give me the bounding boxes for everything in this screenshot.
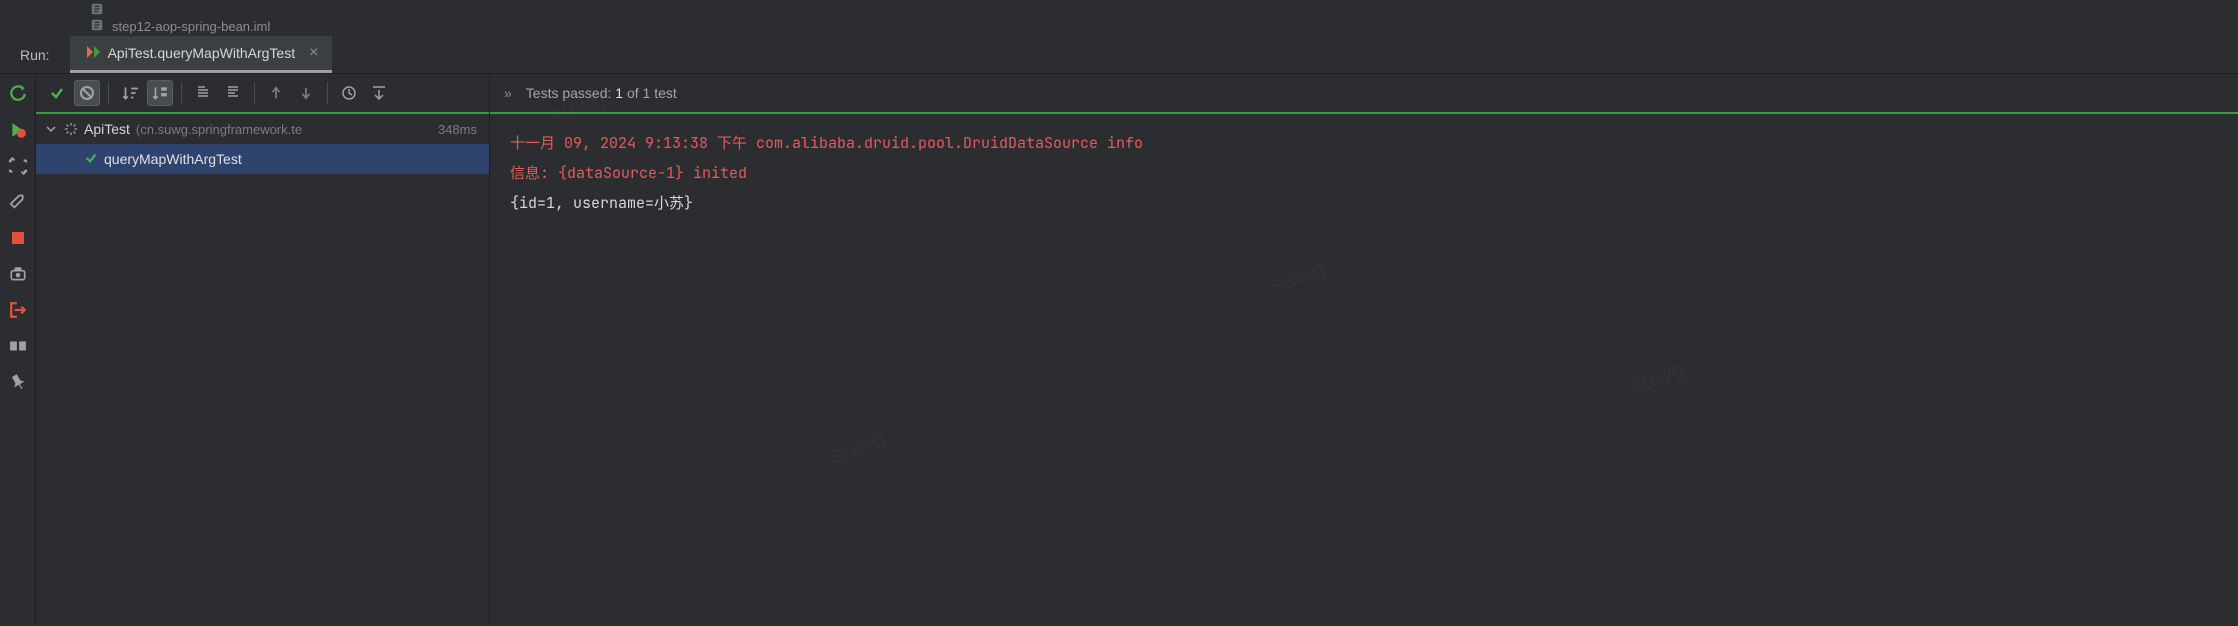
run-tab-title: ApiTest.queryMapWithArgTest <box>108 45 296 61</box>
file-icon <box>90 18 104 35</box>
watermark: suwg <box>1623 346 1692 410</box>
run-config-tab[interactable]: ApiTest.queryMapWithArgTest × <box>70 36 333 73</box>
project-file-list: step12-aop-spring-bean.iml <box>0 0 2238 36</box>
close-icon[interactable]: × <box>309 44 318 62</box>
file-entry[interactable]: step12-aop-spring-bean.iml <box>0 18 2238 34</box>
test-duration: 348ms <box>438 122 481 137</box>
settings-wrench-icon[interactable] <box>8 192 28 212</box>
rerun-icon[interactable] <box>8 84 28 104</box>
separator <box>327 82 328 104</box>
test-class-pkg: (cn.suwg.springframework.te <box>136 122 302 137</box>
dump-icon[interactable] <box>8 264 28 284</box>
run-tab-icon <box>84 44 100 63</box>
console-line-output: {id=1, username=小苏} <box>510 188 2218 218</box>
left-vertical-toolbar <box>0 74 36 626</box>
tree-root-row[interactable]: ApiTest (cn.suwg.springframework.te 348m… <box>36 114 489 144</box>
run-label: Run: <box>20 47 70 63</box>
main-area: ApiTest (cn.suwg.springframework.te 348m… <box>0 74 2238 626</box>
file-icon <box>90 2 104 19</box>
pin-icon[interactable] <box>8 372 28 392</box>
show-passed-icon[interactable] <box>44 80 70 106</box>
test-class-name: ApiTest <box>84 121 130 137</box>
tree-toolbar <box>36 74 489 114</box>
console-output[interactable]: suwg suwg suwg suwg 十一月 09, 2024 9:13:38… <box>490 114 2238 626</box>
console-header: » Tests passed: 1 of 1 test <box>490 74 2238 114</box>
exit-icon[interactable] <box>8 300 28 320</box>
rerun-failed-icon[interactable] <box>8 120 28 140</box>
tests-passed-label: Tests passed: 1 of 1 test <box>526 85 677 101</box>
watermark: suwg <box>823 416 892 480</box>
separator <box>254 82 255 104</box>
separator <box>181 82 182 104</box>
expand-all-icon[interactable] <box>190 80 216 106</box>
watermark: suwg <box>1263 246 1332 310</box>
show-ignored-icon[interactable] <box>74 80 100 106</box>
collapse-all-icon[interactable] <box>220 80 246 106</box>
chevron-down-icon[interactable] <box>44 122 58 136</box>
loading-icon <box>64 122 78 136</box>
separator <box>108 82 109 104</box>
sort-icon[interactable] <box>117 80 143 106</box>
next-icon[interactable] <box>293 80 319 106</box>
toggle-auto-icon[interactable] <box>8 156 28 176</box>
chevrons-icon[interactable]: » <box>504 85 512 101</box>
console-panel: » Tests passed: 1 of 1 test suwg suwg su… <box>490 74 2238 626</box>
console-line-log: 十一月 09, 2024 9:13:38 下午 com.alibaba.drui… <box>510 128 2218 158</box>
run-tab-bar: Run: ApiTest.queryMapWithArgTest × <box>0 36 2238 74</box>
prev-icon[interactable] <box>263 80 289 106</box>
test-method-name: queryMapWithArgTest <box>104 151 242 167</box>
check-icon <box>84 151 98 168</box>
import-icon[interactable] <box>366 80 392 106</box>
test-tree-panel: ApiTest (cn.suwg.springframework.te 348m… <box>36 74 490 626</box>
sort-tree-icon[interactable] <box>147 80 173 106</box>
history-icon[interactable] <box>336 80 362 106</box>
tests-passed-count: 1 <box>615 85 623 101</box>
layout-icon[interactable] <box>8 336 28 356</box>
file-entry[interactable] <box>0 2 2238 18</box>
tree-test-row[interactable]: queryMapWithArgTest <box>36 144 489 174</box>
tree-content: ApiTest (cn.suwg.springframework.te 348m… <box>36 114 489 626</box>
stop-icon[interactable] <box>8 228 28 248</box>
console-line-info: 信息: {dataSource-1} inited <box>510 158 2218 188</box>
file-name: step12-aop-spring-bean.iml <box>112 19 270 34</box>
